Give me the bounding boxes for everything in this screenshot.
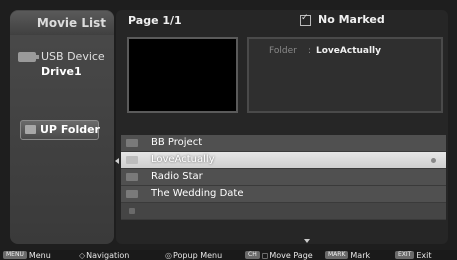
- footer-navigation-label: Navigation: [86, 251, 130, 260]
- page-icon: ◻: [261, 251, 269, 260]
- footer-mark[interactable]: MARK Mark: [325, 251, 370, 260]
- usb-device-label: USB Device: [41, 50, 105, 63]
- list-item[interactable]: [121, 203, 446, 220]
- file-icon: [129, 208, 135, 214]
- folder-icon: [126, 139, 138, 147]
- folder-up-icon: [25, 125, 36, 134]
- mark-check-icon: [300, 13, 311, 26]
- footer-move-page[interactable]: CH ◻Move Page: [245, 251, 313, 260]
- footer-navigation[interactable]: ◇Navigation: [79, 251, 129, 260]
- mark-status: No Marked: [318, 13, 385, 26]
- preview-thumbnail: [127, 37, 238, 113]
- sidebar-title: Movie List: [36, 16, 106, 30]
- footer-mark-label: Mark: [350, 251, 371, 260]
- footer-exit-label: Exit: [416, 251, 432, 260]
- navigation-icon: ◇: [79, 251, 86, 260]
- footer-exit[interactable]: EXIT Exit: [395, 251, 432, 260]
- folder-icon: [126, 173, 138, 181]
- list-item[interactable]: Radio Star: [121, 169, 446, 186]
- popup-icon: ◎: [165, 251, 172, 260]
- channel-key-icon: CH: [245, 251, 260, 259]
- list-item-name: LoveActually: [151, 154, 215, 165]
- list-item-selected[interactable]: LoveActually: [121, 152, 446, 169]
- usb-icon: [18, 52, 39, 62]
- list-item[interactable]: The Wedding Date: [121, 186, 446, 203]
- up-folder-label: UP Folder: [40, 123, 100, 136]
- footer-menu-label: Menu: [28, 251, 51, 260]
- up-folder-button[interactable]: UP Folder: [20, 120, 100, 140]
- menu-key-icon: MENU: [3, 251, 27, 259]
- sidebar-tab-movie-list[interactable]: Movie List: [10, 11, 114, 35]
- folder-icon: [126, 156, 138, 164]
- folder-icon: [126, 190, 138, 198]
- left-arrow-icon[interactable]: [115, 158, 119, 164]
- mark-key-icon: MARK: [325, 251, 349, 259]
- info-folder-key: Folder: [269, 46, 297, 56]
- footer-move-label: Move Page: [269, 251, 313, 260]
- page-indicator: Page 1/1: [128, 14, 182, 27]
- list-item-name: Radio Star: [151, 171, 203, 182]
- drive-name: Drive1: [41, 65, 82, 78]
- exit-key-icon: EXIT: [395, 251, 415, 259]
- info-separator: :: [308, 46, 312, 56]
- list-item-name: BB Project: [151, 137, 203, 148]
- list-item[interactable]: BB Project: [121, 135, 446, 152]
- footer-bar: [0, 250, 457, 260]
- scroll-down-arrow-icon[interactable]: [304, 239, 310, 243]
- footer-popup-label: Popup Menu: [172, 251, 223, 260]
- footer-popup[interactable]: ◎Popup Menu: [165, 251, 222, 260]
- info-folder-value: LoveActually: [316, 46, 382, 56]
- list-item-name: The Wedding Date: [151, 188, 244, 199]
- footer-menu[interactable]: MENU Menu: [3, 251, 51, 260]
- selected-dot-icon: [431, 158, 436, 163]
